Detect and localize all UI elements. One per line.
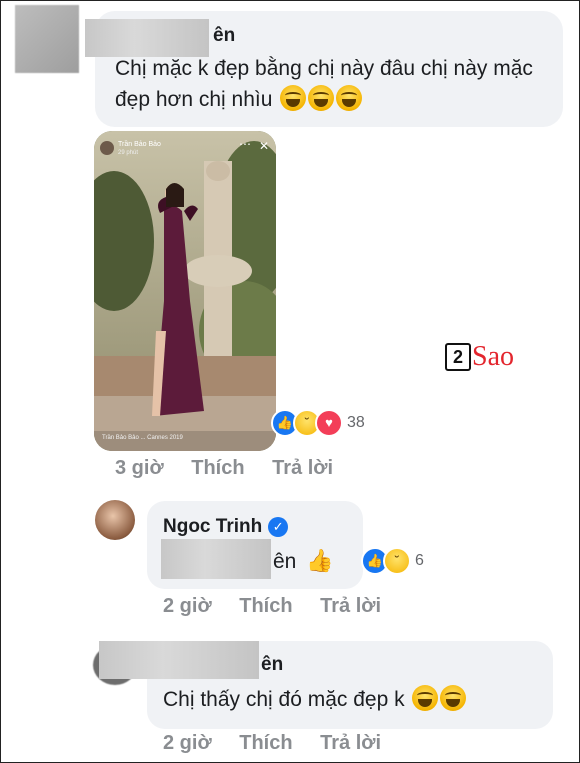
reply-author-name[interactable]: Ngoc Trinh — [163, 516, 262, 538]
photo-illustration — [94, 131, 276, 451]
like-button[interactable]: Thích — [239, 595, 292, 617]
reply2-name-suffix[interactable]: ên — [261, 654, 283, 676]
like-button[interactable]: Thích — [191, 457, 244, 479]
reply-avatar[interactable] — [95, 500, 135, 540]
commenter-name-redacted — [85, 19, 209, 57]
watermark-text: Sao — [472, 341, 514, 372]
verified-badge-icon: ✓ — [268, 517, 289, 537]
laughing-tears-icon — [440, 685, 467, 711]
reply2-actions: 2 giờ Thích Trả lời — [163, 732, 403, 755]
reaction-count: 6 — [415, 552, 424, 569]
watermark-logo: 2 Sao — [445, 341, 514, 373]
story-poster-name: Trần Bảo Bảo — [118, 141, 161, 148]
reply-button[interactable]: Trả lời — [320, 732, 381, 754]
story-poster-avatar — [100, 141, 114, 155]
reply-text: ên 👍 — [273, 545, 334, 577]
laughing-tears-icon — [280, 85, 307, 111]
reply-actions: 2 giờ Thích Trả lời — [163, 595, 403, 618]
comment-text: Chị mặc k đẹp bằng chị này đâu chị này m… — [115, 53, 535, 115]
laughing-tears-icon — [336, 85, 363, 111]
watermark-number: 2 — [445, 343, 471, 371]
reply-reactions[interactable]: 👍 ˘ 6 — [361, 547, 424, 575]
reply-text-suffix: ên — [273, 550, 297, 573]
comment-actions: 3 giờ Thích Trả lời — [115, 457, 355, 480]
comment-time[interactable]: 3 giờ — [115, 457, 164, 479]
story-poster-time: 29 phút — [118, 150, 139, 156]
close-icon[interactable]: ✕ — [259, 139, 269, 153]
haha-icon: ˘ — [383, 547, 411, 575]
comment-attached-image[interactable]: Trần Bảo Bảo 29 phút ⋯ ✕ Trần Bảo Bảo ..… — [94, 131, 276, 451]
laughing-tears-icon — [308, 85, 335, 111]
commenter-avatar[interactable] — [15, 5, 79, 73]
thumbs-up-icon: 👍 — [306, 548, 334, 573]
reply-button[interactable]: Trả lời — [320, 595, 381, 617]
more-icon[interactable]: ⋯ — [239, 137, 251, 151]
story-caption: Trần Bảo Bảo ... Cannes 2019 — [102, 435, 183, 441]
comment-reactions[interactable]: 👍 ˘ ♥ 38 — [271, 409, 365, 437]
reply2-text-body: Chị thấy chị đó mặc đẹp k — [163, 688, 405, 711]
laughing-tears-icon — [412, 685, 439, 711]
reply2-time[interactable]: 2 giờ — [163, 732, 212, 754]
love-icon: ♥ — [315, 409, 343, 437]
like-button[interactable]: Thích — [239, 732, 292, 754]
reaction-count: 38 — [347, 414, 365, 431]
reply-name-row: Ngoc Trinh ✓ — [163, 516, 289, 538]
reply-button[interactable]: Trả lời — [272, 457, 333, 479]
reply-time[interactable]: 2 giờ — [163, 595, 212, 617]
reply2-name-redacted — [99, 641, 259, 679]
reply2-text: Chị thấy chị đó mặc đẹp k — [163, 684, 467, 715]
reply-text-redacted — [161, 539, 271, 579]
commenter-name-suffix[interactable]: ên — [213, 25, 235, 47]
